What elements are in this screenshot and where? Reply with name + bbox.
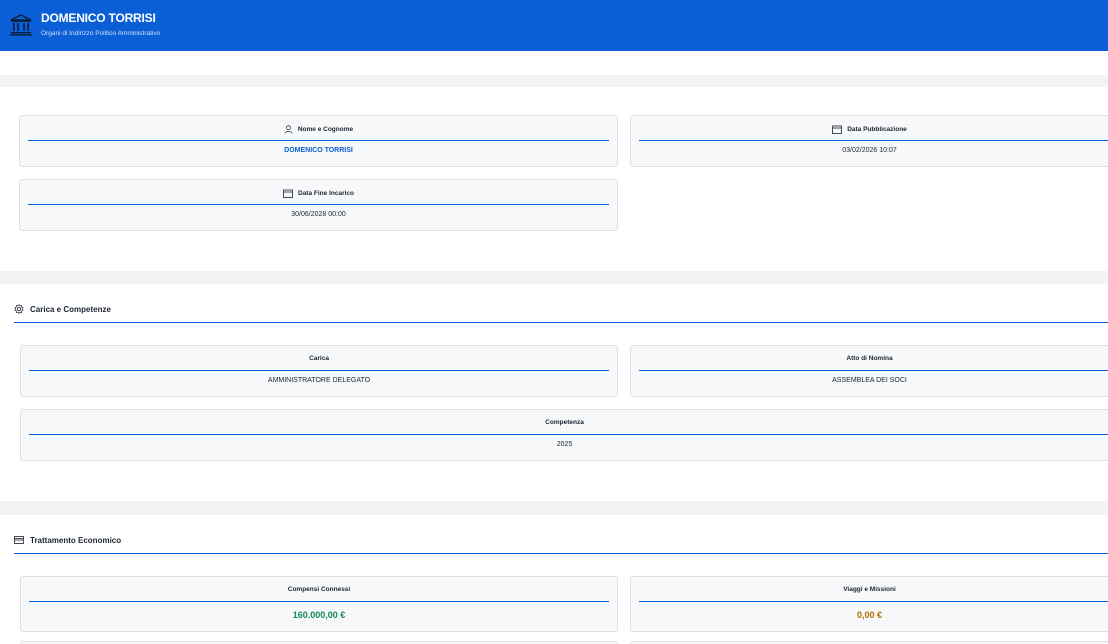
economic-panel: Trattamento Economico Compensi Connessi …: [0, 515, 1108, 644]
page-header: DOMENICO TORRISI Organi di Indirizzo Pol…: [0, 0, 1108, 51]
competenza-value: 2025: [556, 441, 573, 448]
viaggi-card: Viaggi e Missioni 0,00 €: [630, 576, 1108, 632]
compensi-label: Compensi Connessi: [287, 586, 351, 593]
carica-value: AMMINISTRATORE DELEGATO: [267, 377, 371, 384]
divider: [28, 140, 609, 141]
section-header: Carica e Competenze: [14, 302, 111, 316]
divider: [639, 370, 1108, 371]
publication-date-label: Data Pubblicazione: [847, 126, 907, 133]
competenza-card: Competenza 2025: [20, 409, 1108, 461]
divider: [29, 601, 609, 602]
atto-nomina-card: Atto di Nomina ASSEMBLEA DEI SOCI: [630, 345, 1108, 397]
name-card: Nome e Cognome DOMENICO TORRISI: [19, 115, 618, 167]
section-title: Trattamento Economico: [30, 535, 122, 545]
compensi-card: Compensi Connessi 160.000,00 €: [20, 576, 618, 632]
section-title: Carica e Competenze: [30, 304, 111, 314]
publication-date-card: Data Pubblicazione 03/02/2026 10:07: [630, 115, 1108, 167]
publication-date-value: 03/02/2026 10:07: [842, 147, 897, 154]
section-divider: [14, 553, 1108, 554]
atto-nomina-label: Atto di Nomina: [846, 355, 893, 362]
page-subtitle: Organi di Indirizzo Politico Amministrat…: [41, 30, 161, 37]
name-value[interactable]: DOMENICO TORRISI: [20, 147, 617, 154]
divider: [639, 601, 1108, 602]
section-header: Trattamento Economico: [14, 533, 121, 547]
divider: [29, 434, 1108, 435]
bank-icon: [10, 14, 32, 36]
atto-nomina-value: ASSEMBLEA DEI SOCI: [832, 377, 907, 384]
carica-label: Carica: [309, 355, 329, 362]
credit-card-icon: [14, 536, 24, 544]
top-spacer-panel: [0, 51, 1108, 75]
viaggi-value: 0,00 €: [856, 610, 883, 620]
divider: [28, 204, 609, 205]
calendar-icon: [832, 125, 843, 134]
section-divider: [14, 322, 1108, 323]
user-icon: [284, 125, 293, 134]
end-date-value: 30/06/2028 00:00: [291, 211, 346, 218]
calendar-icon: [283, 189, 293, 198]
name-label: Nome e Cognome: [297, 126, 354, 133]
end-date-card: Data Fine Incarico 30/06/2028 00:00: [19, 179, 618, 231]
viaggi-label: Viaggi e Missioni: [843, 586, 896, 593]
info-panel: Nome e Cognome DOMENICO TORRISI Data Pub…: [0, 87, 1108, 271]
carica-card: Carica AMMINISTRATORE DELEGATO: [20, 345, 618, 397]
compensi-value: 160.000,00 €: [292, 610, 346, 620]
carica-panel: Carica e Competenze Carica AMMINISTRATOR…: [0, 284, 1108, 501]
page-title: DOMENICO TORRISI: [41, 11, 156, 25]
divider: [29, 370, 609, 371]
end-date-label: Data Fine Incarico: [298, 190, 354, 197]
competenza-label: Competenza: [545, 419, 584, 426]
gear-icon: [14, 304, 24, 314]
divider: [639, 140, 1108, 141]
